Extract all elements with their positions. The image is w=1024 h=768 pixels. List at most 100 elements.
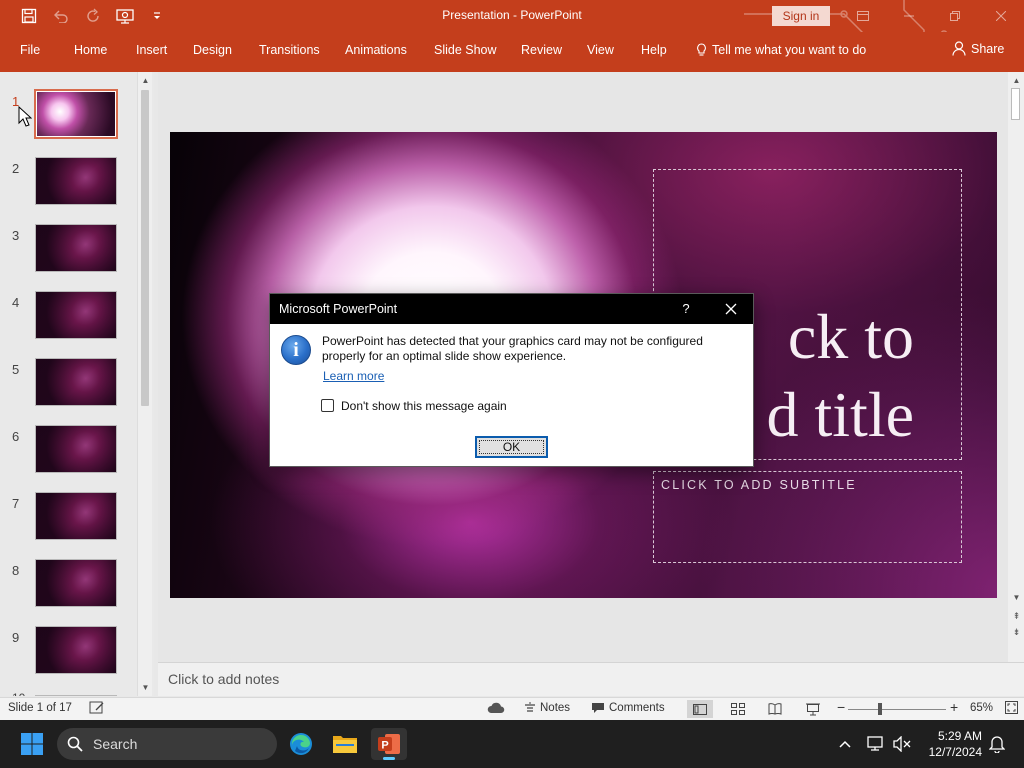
slide-number: 4 [12,295,20,310]
tell-me-search[interactable]: Tell me what you want to do [696,43,866,57]
zoom-level[interactable]: 65% [970,702,993,714]
graphics-warning-dialog: Microsoft PowerPoint ? i PowerPoint has … [269,293,754,467]
clock-date: 12/7/2024 [928,745,982,759]
start-button[interactable] [14,728,50,760]
zoom-slider-thumb[interactable] [878,703,882,715]
slide-thumbnail-9[interactable]: 9 [0,626,136,686]
slide-thumbnail-7[interactable]: 7 [0,492,136,552]
slide-scrollbar[interactable]: ▲ ▼ ⇞ ⇟ [1008,72,1024,662]
tab-slide-show[interactable]: Slide Show [434,43,497,57]
subtitle-placeholder-text: CLICK TO ADD SUBTITLE [661,478,857,492]
sign-in-button[interactable]: Sign in [772,6,830,26]
slide-thumbnail-image [35,157,117,205]
slide-thumbnail-image [35,626,117,674]
cloud-sync-icon[interactable] [487,701,505,715]
slide-sorter-view-button[interactable] [725,700,751,718]
tab-home[interactable]: Home [74,43,107,57]
dialog-title: Microsoft PowerPoint [279,302,398,316]
volume-muted-icon[interactable] [892,734,912,754]
subtitle-placeholder[interactable]: CLICK TO ADD SUBTITLE [653,471,962,563]
windows-icon [21,733,43,755]
slide-thumbnail-2[interactable]: 2 [0,157,136,217]
mouse-cursor-icon [18,106,32,127]
ok-button[interactable]: OK [475,436,548,458]
scroll-up-icon[interactable]: ▲ [1011,75,1022,87]
slide-number: 7 [12,496,20,511]
scroll-down-icon[interactable]: ▼ [1011,592,1022,604]
accessibility-icon[interactable] [89,701,105,715]
tab-file[interactable]: File [20,43,40,57]
powerpoint-icon[interactable]: P [371,728,407,760]
slide-show-view-button[interactable] [800,700,826,718]
edge-icon[interactable] [283,728,319,760]
previous-slide-icon[interactable]: ⇞ [1011,610,1022,622]
system-clock[interactable]: 5:29 AM 12/7/2024 [920,728,982,760]
tab-view[interactable]: View [587,43,614,57]
slide-thumbnail-4[interactable]: 4 [0,291,136,351]
reading-view-button[interactable] [762,700,788,718]
redo-icon[interactable] [82,6,104,26]
slide-thumbnail-image [34,89,118,139]
save-icon[interactable] [18,6,40,26]
quick-access-toolbar [18,6,168,26]
slide-thumbnail-6[interactable]: 6 [0,425,136,485]
taskbar-search-box[interactable]: Search [57,728,277,760]
notification-bell-icon[interactable] [987,734,1007,754]
network-icon[interactable] [866,734,886,754]
tab-help[interactable]: Help [641,43,667,57]
dont-show-again-checkbox[interactable] [321,399,334,412]
present-from-start-icon[interactable] [114,6,136,26]
slide-thumbnail-8[interactable]: 8 [0,559,136,619]
comments-button[interactable]: Comments [591,702,665,714]
slide-thumbnail-image [35,492,117,540]
share-button[interactable]: Share [952,41,1004,56]
slide-thumbnail-image [35,224,117,272]
minimize-icon[interactable] [886,0,932,32]
restore-icon[interactable] [932,0,978,32]
dialog-close-icon[interactable] [718,298,744,320]
slide-thumbnail-5[interactable]: 5 [0,358,136,418]
learn-more-link[interactable]: Learn more [323,369,384,383]
tab-transitions[interactable]: Transitions [259,43,320,57]
show-hidden-icons-button[interactable] [836,734,854,754]
scroll-down-icon[interactable]: ▼ [140,682,151,694]
scroll-up-icon[interactable]: ▲ [140,75,151,87]
next-slide-icon[interactable]: ⇟ [1011,626,1022,638]
help-button[interactable]: ? [675,298,697,320]
slide-number: 3 [12,228,20,243]
zoom-out-button[interactable]: − [837,699,845,715]
dialog-title-bar: Microsoft PowerPoint ? [270,294,753,324]
slide-thumbnail-10[interactable]: 10 [0,689,136,696]
zoom-slider[interactable] [848,709,946,710]
normal-view-button[interactable] [687,700,713,718]
close-icon[interactable] [978,0,1024,32]
slide-thumbnail-image [35,291,117,339]
slide-thumbnail-pane: 1 2 3 4 5 6 7 8 9 10 [0,72,154,696]
fit-to-window-icon[interactable] [1005,701,1018,714]
slide-number: 10 [12,691,25,696]
notes-button[interactable]: Notes [524,702,570,714]
slide-counter: Slide 1 of 17 [8,702,72,714]
ribbon-display-options-icon[interactable] [840,0,886,32]
thumbnail-scrollbar[interactable]: ▲ ▼ [137,72,152,696]
zoom-in-button[interactable]: + [950,699,958,715]
tab-insert[interactable]: Insert [136,43,167,57]
tab-review[interactable]: Review [521,43,562,57]
search-placeholder: Search [93,736,138,752]
scrollbar-thumb[interactable] [141,90,149,406]
scrollbar-thumb[interactable] [1011,88,1020,120]
ribbon-tabs: File Home Insert Design Transitions Anim… [0,32,1024,72]
slide-number: 9 [12,630,20,645]
dont-show-again-label[interactable]: Don't show this message again [341,399,507,413]
slide-thumbnail-3[interactable]: 3 [0,224,136,284]
customize-qat-icon[interactable] [146,6,168,26]
tab-animations[interactable]: Animations [345,43,407,57]
file-explorer-icon[interactable] [327,728,363,760]
notes-pane[interactable]: Click to add notes [158,662,1024,696]
information-icon: i [281,335,311,365]
tab-design[interactable]: Design [193,43,232,57]
undo-icon[interactable] [50,6,72,26]
tell-me-label: Tell me what you want to do [712,43,867,57]
slide-thumbnail-image [35,695,117,696]
status-bar: Slide 1 of 17 Notes Comments − + 65% [0,697,1024,720]
